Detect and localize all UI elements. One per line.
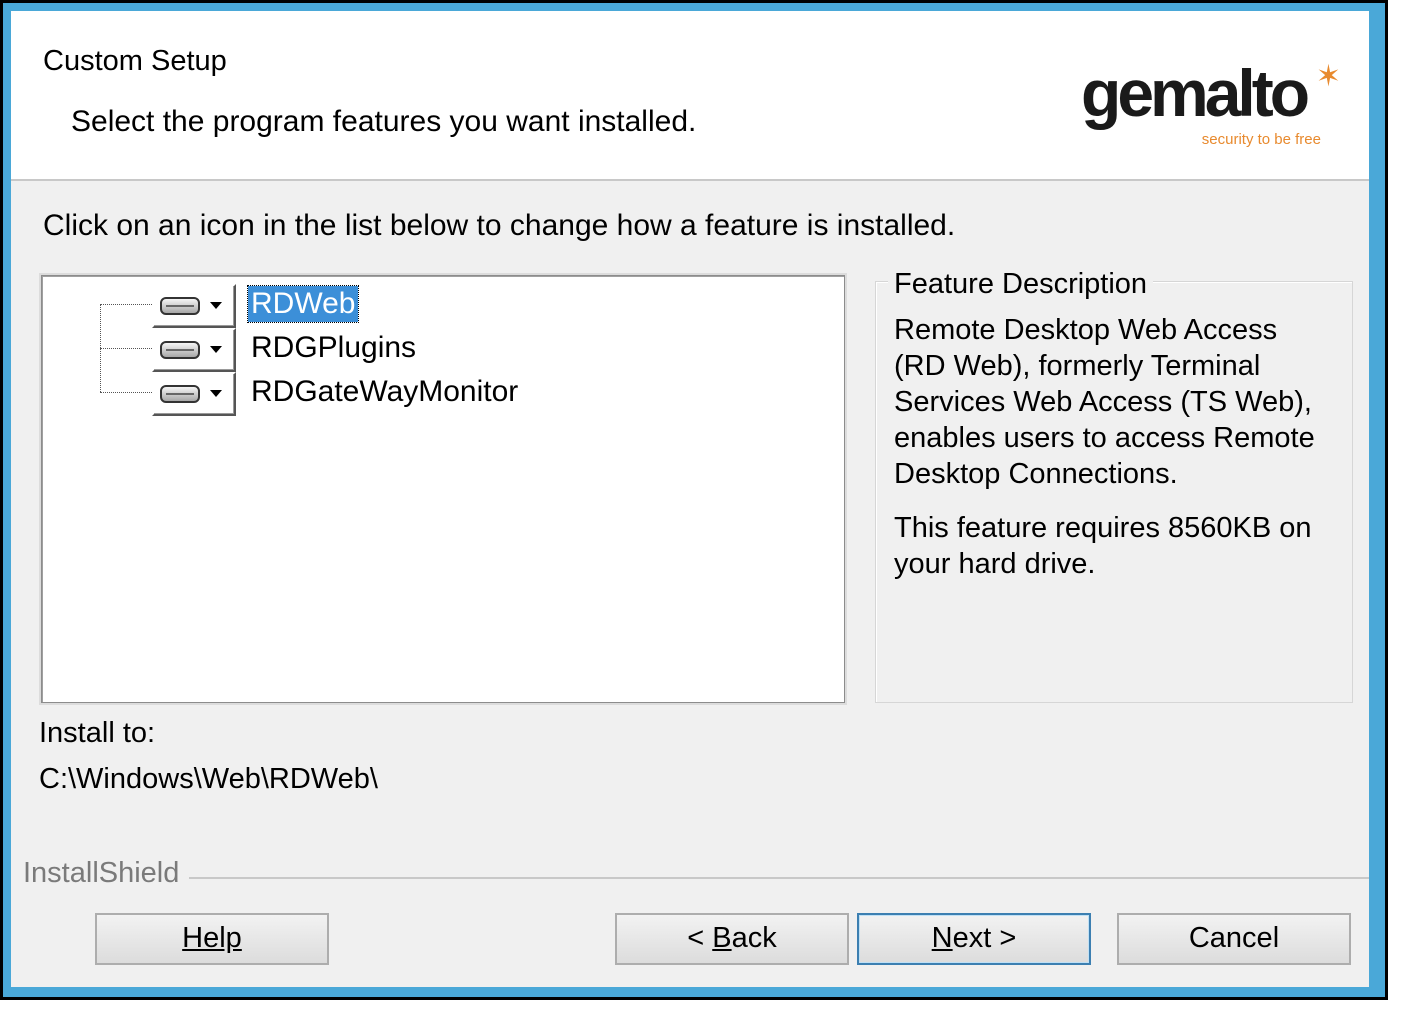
- help-button-label: Help: [182, 922, 242, 954]
- hard-drive-icon: [160, 341, 200, 359]
- header-banner: Custom Setup Select the program features…: [11, 11, 1369, 181]
- feature-tree[interactable]: RDWeb RDGPlugins RDGateWayMonitor: [41, 275, 845, 703]
- instruction-text: Click on an icon in the list below to ch…: [43, 209, 956, 242]
- tree-branch: [100, 348, 152, 349]
- dialog-title: Custom Setup: [43, 45, 227, 77]
- gemalto-logo: gemalto ✶ security to be free: [1081, 55, 1341, 155]
- feature-install-dropdown[interactable]: [152, 372, 236, 416]
- tree-branch: [100, 392, 152, 393]
- feature-label[interactable]: RDGateWayMonitor: [248, 374, 521, 410]
- dropdown-arrow-icon: [210, 346, 222, 353]
- help-button[interactable]: Help: [95, 913, 329, 965]
- logo-tagline: security to be free: [1201, 131, 1321, 148]
- back-button-rest: ack: [731, 922, 777, 954]
- back-button-hotkey: B: [712, 922, 732, 954]
- dropdown-arrow-icon: [210, 302, 222, 309]
- cancel-button-label: Cancel: [1188, 922, 1280, 954]
- feature-description-title: Feature Description: [888, 268, 1154, 301]
- next-button-hotkey: N: [931, 922, 953, 954]
- cancel-button[interactable]: Cancel: [1117, 913, 1351, 965]
- hard-drive-icon: [160, 385, 200, 403]
- feature-row-rdgatewaymonitor[interactable]: RDGateWayMonitor: [100, 372, 840, 416]
- feature-row-rdgplugins[interactable]: RDGPlugins: [100, 328, 840, 372]
- dialog-subtitle: Select the program features you want ins…: [71, 105, 697, 138]
- dropdown-arrow-icon: [210, 390, 222, 397]
- back-button[interactable]: < Back: [615, 913, 849, 965]
- next-button[interactable]: Next >: [857, 913, 1091, 965]
- feature-row-rdweb[interactable]: RDWeb: [100, 284, 840, 328]
- logo-star-icon: ✶: [1315, 60, 1341, 93]
- feature-description-group: Feature Description Remote Desktop Web A…: [875, 268, 1353, 703]
- tree-branch: [100, 304, 152, 305]
- window-frame: Custom Setup Select the program features…: [0, 0, 1388, 1000]
- installshield-label: InstallShield: [23, 857, 180, 889]
- dialog-body: Custom Setup Select the program features…: [11, 11, 1369, 987]
- feature-size-requirement: This feature requires 8560KB on your har…: [894, 512, 1312, 580]
- install-to-label: Install to:: [39, 717, 156, 749]
- feature-install-dropdown[interactable]: [152, 328, 236, 372]
- feature-install-dropdown[interactable]: [152, 284, 236, 328]
- footer-divider: [189, 877, 1369, 879]
- logo-brand: gemalto: [1081, 56, 1310, 130]
- feature-description-text: Remote Desktop Web Access (RD Web), form…: [894, 314, 1315, 490]
- back-button-prefix: <: [687, 922, 713, 954]
- feature-label[interactable]: RDGPlugins: [248, 330, 419, 366]
- install-path: C:\Windows\Web\RDWeb\: [39, 763, 378, 795]
- feature-label[interactable]: RDWeb: [246, 285, 360, 323]
- next-button-rest: ext >: [952, 922, 1017, 954]
- hard-drive-icon: [160, 297, 200, 315]
